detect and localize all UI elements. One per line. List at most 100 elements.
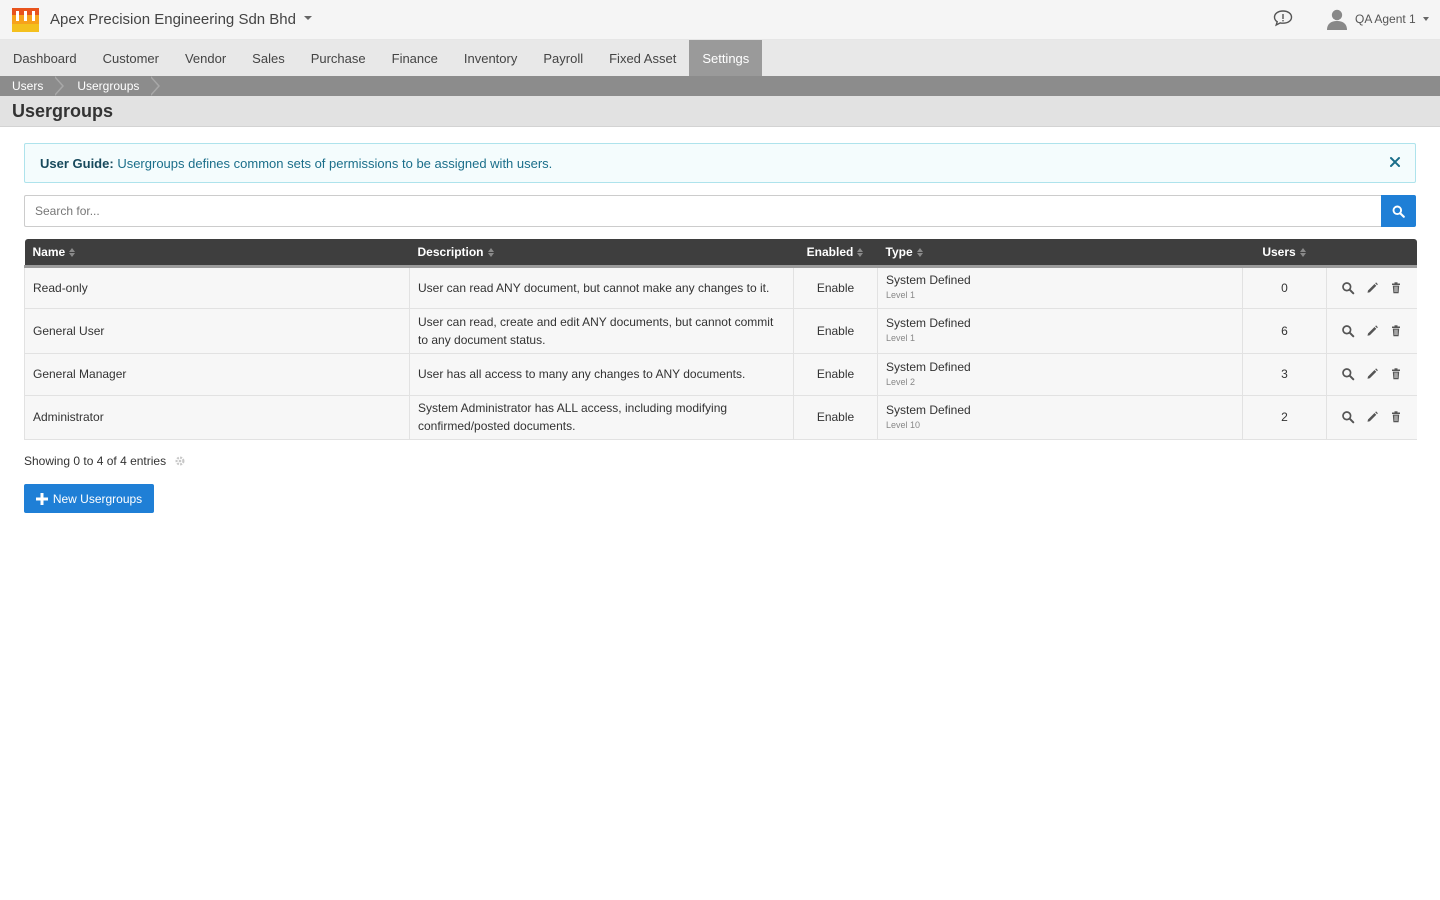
company-name: Apex Precision Engineering Sdn Bhd xyxy=(50,11,296,28)
cell-users: 3 xyxy=(1242,353,1327,396)
cell-users: 6 xyxy=(1242,308,1327,354)
cell-enabled: Enable xyxy=(793,308,878,354)
plus-icon xyxy=(35,492,48,505)
delete-trash-icon[interactable] xyxy=(1389,324,1403,338)
sort-icon xyxy=(916,248,924,258)
delete-trash-icon[interactable] xyxy=(1389,410,1403,424)
search-input[interactable] xyxy=(24,195,1382,227)
gear-icon[interactable] xyxy=(174,455,186,467)
cell-type: System Defined Level 10 xyxy=(877,395,1243,440)
chat-icon[interactable] xyxy=(1273,9,1293,27)
page-title: Usergroups xyxy=(12,101,114,121)
user-menu[interactable]: QA Agent 1 xyxy=(1326,5,1429,33)
breadcrumb: Users Usergroups xyxy=(0,76,1440,96)
view-icon[interactable] xyxy=(1341,324,1355,338)
cell-type: System Defined Level 1 xyxy=(877,308,1243,354)
sort-icon xyxy=(857,248,864,258)
main-nav: Dashboard Customer Vendor Sales Purchase… xyxy=(0,40,1440,76)
table-row[interactable]: General User User can read, create and e… xyxy=(24,308,1417,354)
nav-item-dashboard[interactable]: Dashboard xyxy=(0,40,90,76)
type-label: System Defined xyxy=(886,402,971,417)
cell-name: General User xyxy=(24,308,410,354)
company-switcher[interactable]: Apex Precision Engineering Sdn Bhd xyxy=(50,11,312,28)
type-level: Level 1 xyxy=(886,290,916,300)
usergroups-table: Name Description Enabled Type Users Read… xyxy=(24,239,1417,440)
nav-item-vendor[interactable]: Vendor xyxy=(172,40,239,76)
new-usergroup-button[interactable]: New Usergroups xyxy=(24,484,154,513)
edit-pencil-icon[interactable] xyxy=(1365,324,1379,338)
edit-pencil-icon[interactable] xyxy=(1365,410,1379,424)
edit-pencil-icon[interactable] xyxy=(1365,281,1379,295)
alert-message: Usergroups defines common sets of permis… xyxy=(117,156,553,171)
breadcrumb-separator xyxy=(150,76,161,96)
user-avatar-icon xyxy=(1327,9,1347,30)
table-row[interactable]: Administrator System Administrator has A… xyxy=(24,395,1417,440)
column-header-name[interactable]: Name xyxy=(24,239,410,268)
showing-entries-text: Showing 0 to 4 of 4 entries xyxy=(24,454,167,468)
nav-item-finance[interactable]: Finance xyxy=(379,40,451,76)
column-header-enabled-label: Enabled xyxy=(806,244,854,259)
type-level: Level 10 xyxy=(886,419,921,430)
column-header-name-label: Name xyxy=(32,244,66,259)
cell-name: General Manager xyxy=(24,353,410,396)
delete-trash-icon[interactable] xyxy=(1389,367,1403,381)
nav-item-inventory[interactable]: Inventory xyxy=(451,40,530,76)
caret-down-icon xyxy=(304,16,312,21)
close-icon[interactable] xyxy=(1387,154,1403,170)
table-row[interactable]: General Manager User has all access to m… xyxy=(24,353,1417,396)
usergroups-table-wrapper: Name Description Enabled Type Users Read… xyxy=(24,239,1417,440)
type-level: Level 1 xyxy=(886,333,916,343)
view-icon[interactable] xyxy=(1341,367,1355,381)
top-bar: Apex Precision Engineering Sdn Bhd QA Ag… xyxy=(0,0,1440,40)
type-label: System Defined xyxy=(886,273,971,287)
cell-description: User has all access to many any changes … xyxy=(409,353,794,396)
cell-description: System Administrator has ALL access, inc… xyxy=(409,395,794,440)
nav-item-fixed-asset[interactable]: Fixed Asset xyxy=(596,40,689,76)
cell-actions xyxy=(1326,353,1417,396)
cell-users: 0 xyxy=(1242,266,1327,309)
cell-name: Administrator xyxy=(24,395,410,440)
cell-enabled: Enable xyxy=(793,266,878,309)
view-icon[interactable] xyxy=(1341,281,1355,295)
search-button[interactable] xyxy=(1381,195,1416,227)
type-label: System Defined xyxy=(886,359,971,374)
search-icon xyxy=(1392,205,1405,218)
edit-pencil-icon[interactable] xyxy=(1365,367,1379,381)
view-icon[interactable] xyxy=(1341,410,1355,424)
column-header-type-label: Type xyxy=(885,244,913,259)
store-logo-icon[interactable] xyxy=(12,8,39,32)
column-header-description[interactable]: Description xyxy=(409,239,794,268)
cell-actions xyxy=(1326,308,1417,354)
cell-name: Read-only xyxy=(24,266,410,309)
cell-type: System Defined Level 1 xyxy=(877,266,1243,309)
column-header-users[interactable]: Users xyxy=(1242,239,1327,268)
breadcrumb-separator xyxy=(54,76,65,96)
nav-item-sales[interactable]: Sales xyxy=(239,40,298,76)
column-header-users-label: Users xyxy=(1262,244,1296,259)
cell-description: User can read ANY document, but cannot m… xyxy=(409,266,794,309)
nav-item-payroll[interactable]: Payroll xyxy=(530,40,596,76)
cell-type: System Defined Level 2 xyxy=(877,353,1243,396)
user-name: QA Agent 1 xyxy=(1355,12,1416,26)
sort-icon xyxy=(487,248,495,258)
user-guide-alert: User Guide: Usergroups defines common se… xyxy=(24,143,1416,183)
nav-item-settings[interactable]: Settings xyxy=(689,40,763,76)
caret-down-icon xyxy=(1422,17,1429,21)
table-row[interactable]: Read-only User can read ANY document, bu… xyxy=(24,266,1417,309)
column-header-enabled[interactable]: Enabled xyxy=(793,239,878,268)
table-header-row: Name Description Enabled Type Users xyxy=(24,239,1417,268)
nav-item-purchase[interactable]: Purchase xyxy=(298,40,379,76)
nav-item-customer[interactable]: Customer xyxy=(90,40,172,76)
column-header-actions xyxy=(1326,239,1417,268)
alert-title: User Guide: xyxy=(40,156,114,171)
breadcrumb-users[interactable]: Users xyxy=(0,76,55,96)
type-label: System Defined xyxy=(886,316,971,330)
type-level: Level 2 xyxy=(886,376,916,387)
column-header-type[interactable]: Type xyxy=(877,239,1243,268)
breadcrumb-usergroups[interactable]: Usergroups xyxy=(65,76,151,96)
cell-enabled: Enable xyxy=(793,353,878,396)
sort-icon xyxy=(1299,248,1307,258)
cell-description: User can read, create and edit ANY docum… xyxy=(409,308,794,354)
delete-trash-icon[interactable] xyxy=(1389,281,1403,295)
cell-users: 2 xyxy=(1242,395,1327,440)
